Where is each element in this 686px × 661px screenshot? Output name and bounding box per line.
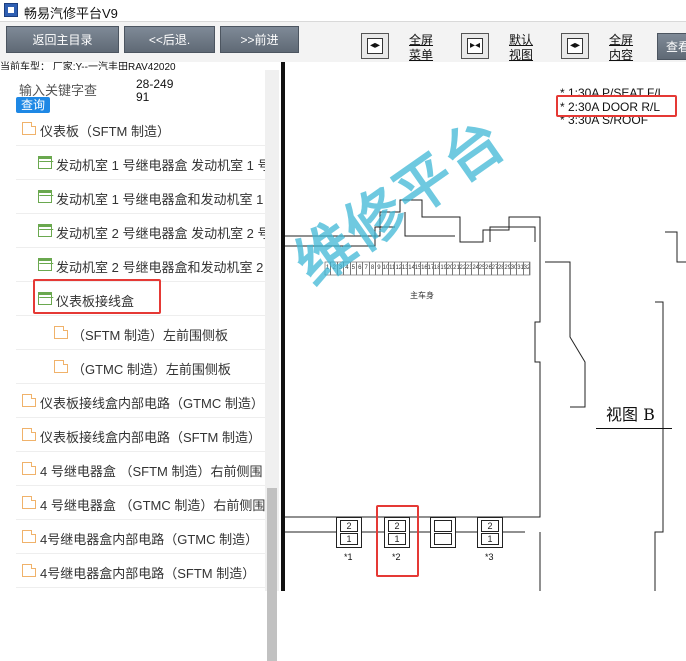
tree-item-label: （GTMC 制造）左前围侧板 [72, 362, 231, 377]
fullscreen-menu-button[interactable]: 全屏 菜单 [409, 33, 433, 63]
highlight-box [33, 279, 161, 314]
catalog-tree: 仪表板（SFTM 制造） 发动机室 1 号继电器盒 发动机室 1 号发动机室 1 … [16, 118, 265, 591]
window-title: 畅易汽修平台V9 [24, 6, 118, 21]
tree-item[interactable]: 4号继电器盒内部电路（SFTM 制造） [16, 554, 265, 588]
tree-item-label: （SFTM 制造）左前围侧板 [72, 328, 228, 343]
body-label: 主车身 [410, 291, 434, 300]
connector-label: *1 [344, 552, 353, 562]
connector-pin: 2 [340, 520, 358, 532]
tree-item-label: 4 号继电器盒 （GTMC 制造）右前侧围 [40, 498, 265, 513]
doc-icon [22, 462, 36, 475]
tree-item[interactable]: 仪表板接线盒内部电路（SFTM 制造） [16, 418, 265, 452]
default-view-button[interactable]: 默认 视图 [509, 33, 533, 63]
tree-item-label: 仪表板（SFTM 制造） [40, 124, 170, 139]
tree-item-label: 4号继电器盒内部电路（SFTM 制造） [40, 566, 256, 581]
tree-item[interactable]: （GTMC 制造）左前围侧板 [16, 350, 265, 384]
fuse-connector[interactable]: 21 [477, 517, 503, 548]
tree-item[interactable]: 4 号继电器盒 （GTMC 制造）右前侧围 [16, 486, 265, 520]
fuse-strip-cell: 32 [524, 262, 530, 275]
tree-item-label: 发动机室 2 号继电器盒 发动机室 2 号 [56, 226, 265, 241]
tree-item[interactable]: 4 号继电器盒 （SFTM 制造）右前侧围 [16, 452, 265, 486]
app-logo-icon [4, 3, 18, 17]
folder-open-icon [38, 258, 52, 271]
tree-item[interactable]: 4号继电器盒内部电路（GTMC 制造） [16, 520, 265, 554]
default-view-label-1: 默认 [509, 33, 534, 47]
connector-highlight-box [376, 505, 419, 577]
tree-item[interactable]: 仪表板接线盒内部电路（GTMC 制造） [16, 384, 265, 418]
doc-icon [22, 428, 36, 441]
default-view-label-2: 视图 [509, 48, 534, 62]
fullscreen-content-icon[interactable]: ◂▸ [561, 33, 589, 59]
doc-icon [22, 496, 36, 509]
back-home-button[interactable]: 返回主目录 [6, 26, 119, 53]
connector-pin [434, 520, 452, 532]
tree-item[interactable]: 发动机室 1 号继电器盒 发动机室 1 号 [16, 146, 265, 180]
fullscreen-content-label-1: 全屏 [609, 33, 634, 47]
tree-item-label: 仪表板接线盒内部电路（GTMC 制造） [40, 396, 264, 411]
fullscreen-content-button[interactable]: 全屏 内容 [609, 33, 633, 63]
connector-pin: 1 [481, 533, 499, 545]
tree-scrollbar[interactable] [265, 70, 279, 661]
title-bar: 畅易汽修平台V9 [0, 0, 686, 22]
view-label: 视图 B [606, 405, 655, 424]
query-button[interactable]: 查询 [16, 97, 50, 113]
connector-pin [434, 533, 452, 545]
tree-item[interactable]: （SFTM 制造）左前围侧板 [16, 316, 265, 350]
search-value: 28-24991 [136, 77, 174, 104]
tree-item[interactable]: 仪表板（SFTM 制造） [16, 118, 265, 146]
fuse-connector[interactable] [430, 517, 456, 548]
forward-button[interactable]: >>前进 [220, 26, 299, 53]
view-underline [596, 428, 672, 429]
toolbar: 返回主目录 <<后退. >>前进 ◂▸ 全屏 菜单 ▸◂ 默认 视图 ◂▸ 全屏… [0, 22, 686, 62]
doc-icon [22, 122, 36, 135]
fullscreen-menu-label-2: 菜单 [409, 48, 434, 62]
connector-label: *3 [485, 552, 494, 562]
fuse-connector[interactable]: 21 [336, 517, 362, 548]
fullscreen-menu-icon[interactable]: ◂▸ [361, 33, 389, 59]
doc-icon [22, 564, 36, 577]
tree-item-label: 发动机室 1 号继电器盒 发动机室 1 号 [56, 158, 265, 173]
folder-open-icon [38, 224, 52, 237]
tree-item-label: 4号继电器盒内部电路（GTMC 制造） [40, 532, 259, 547]
doc-icon [54, 326, 68, 339]
fullscreen-content-label-2: 内容 [609, 48, 634, 62]
default-view-icon[interactable]: ▸◂ [461, 33, 489, 59]
doc-icon [22, 394, 36, 407]
tree-item[interactable]: 发动机室 2 号继电器盒和发动机室 2 [16, 248, 265, 282]
scroll-thumb[interactable] [267, 488, 277, 661]
view-search-button[interactable]: 查看 [657, 33, 686, 60]
folder-open-icon [38, 190, 52, 203]
folder-open-icon [38, 156, 52, 169]
connector-pin: 1 [340, 533, 358, 545]
connector-pin: 2 [481, 520, 499, 532]
doc-icon [22, 530, 36, 543]
back-button[interactable]: <<后退. [124, 26, 215, 53]
note-highlight-box [556, 95, 677, 117]
tree-item-label: 发动机室 2 号继电器盒和发动机室 2 [56, 260, 264, 275]
tree-item-label: 4 号继电器盒 （SFTM 制造）右前侧围 [40, 464, 263, 479]
fullscreen-menu-label-1: 全屏 [409, 33, 434, 47]
doc-icon [54, 360, 68, 373]
tree-item[interactable]: 发动机室 2 号继电器盒 发动机室 2 号 [16, 214, 265, 248]
tree-item-label: 仪表板接线盒内部电路（SFTM 制造） [40, 430, 261, 445]
tree-item[interactable]: 发动机室 1 号继电器盒和发动机室 1 [16, 180, 265, 214]
tree-item-label: 发动机室 1 号继电器盒和发动机室 1 [56, 192, 264, 207]
